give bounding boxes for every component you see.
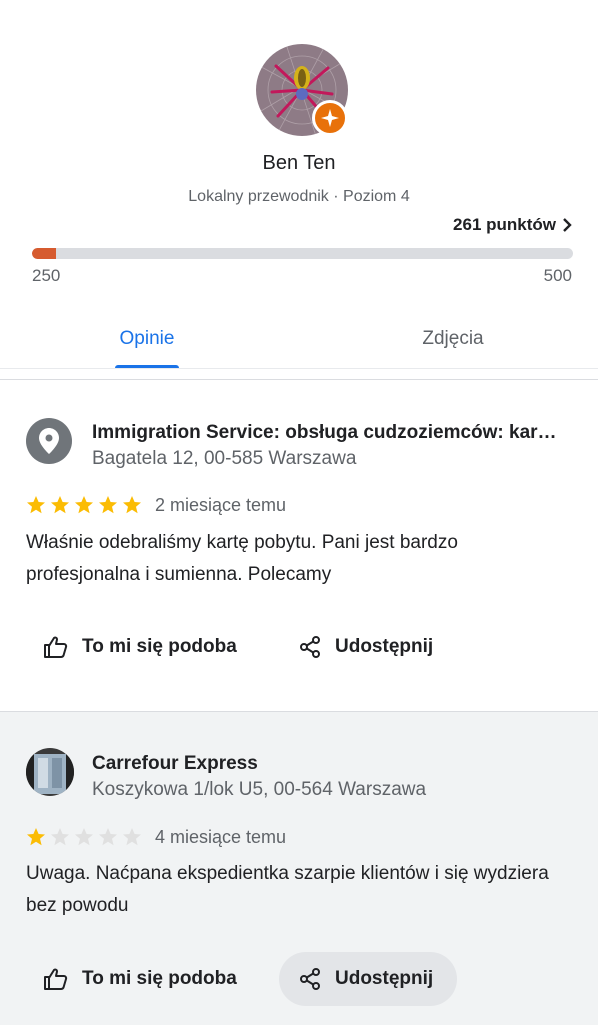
star-filled-icon: [27, 496, 45, 514]
place-address: Bagatela 12, 00-585 Warszawa: [92, 448, 357, 469]
review-date: 2 miesiące temu: [155, 495, 287, 515]
progress-max-label: 500: [543, 266, 572, 285]
progress-min-label: 250: [32, 266, 61, 285]
place-address: Koszykowa 1/lok U5, 00-564 Warszawa: [92, 779, 427, 800]
place-photo[interactable]: [26, 748, 74, 796]
share-label: Udostępnij: [335, 968, 434, 989]
star-rating: [26, 495, 142, 515]
share-button[interactable]: Udostępnij: [279, 952, 458, 1006]
points-label: 261 punktów: [453, 215, 556, 234]
level-progress-bar: [32, 248, 573, 259]
star-filled-icon: [99, 496, 117, 514]
tab-opinie[interactable]: Opinie: [80, 310, 214, 368]
thumbs-up-icon: [44, 636, 68, 658]
place-name[interactable]: Immigration Service: obsługa cudzoziemcó…: [92, 422, 572, 444]
review-date: 4 miesiące temu: [155, 827, 287, 847]
star-rating: [26, 827, 142, 847]
share-label: Udostępnij: [335, 636, 434, 657]
profile-level: Lokalny przewodnik · Poziom 4: [188, 188, 410, 205]
place-pin-icon[interactable]: [26, 418, 72, 464]
thumbs-up-icon: [44, 968, 68, 990]
review-text: Właśnie odebraliśmy kartę pobytu. Pani j…: [26, 532, 458, 585]
points-link[interactable]: 261 punktów: [453, 215, 572, 235]
share-icon: [300, 636, 320, 658]
star-filled-icon: [75, 496, 93, 514]
chevron-right-icon: [563, 218, 572, 232]
star-filled-icon: [27, 828, 45, 846]
review-text: Uwaga. Naćpana ekspedientka szarpie klie…: [26, 863, 549, 916]
profile-header: Ben Ten Lokalny przewodnik · Poziom 4 26…: [0, 0, 598, 370]
star-filled-icon: [123, 496, 141, 514]
tab-bar: Opinie Zdjęcia: [0, 310, 598, 370]
like-label: To mi się podoba: [82, 636, 237, 657]
tab-zdjecia[interactable]: Zdjęcia: [386, 310, 520, 368]
star-empty-icon: [123, 828, 141, 846]
profile-name: Ben Ten: [262, 152, 336, 174]
share-icon: [300, 968, 320, 990]
star-empty-icon: [99, 828, 117, 846]
star-empty-icon: [51, 828, 69, 846]
divider: [0, 368, 598, 369]
local-guide-badge-icon: [312, 100, 348, 136]
place-name[interactable]: Carrefour Express: [92, 753, 572, 775]
review-card: Immigration Service: obsługa cudzoziemcó…: [0, 380, 598, 710]
like-label: To mi się podoba: [82, 968, 237, 989]
level-progress-fill: [32, 248, 56, 259]
review-card: Carrefour Express Koszykowa 1/lok U5, 00…: [0, 711, 598, 1025]
like-button[interactable]: To mi się podoba: [24, 952, 261, 1006]
star-empty-icon: [75, 828, 93, 846]
share-button[interactable]: Udostępnij: [279, 620, 457, 674]
like-button[interactable]: To mi się podoba: [24, 620, 261, 674]
star-filled-icon: [51, 496, 69, 514]
profile-avatar-wrap[interactable]: [256, 44, 348, 136]
